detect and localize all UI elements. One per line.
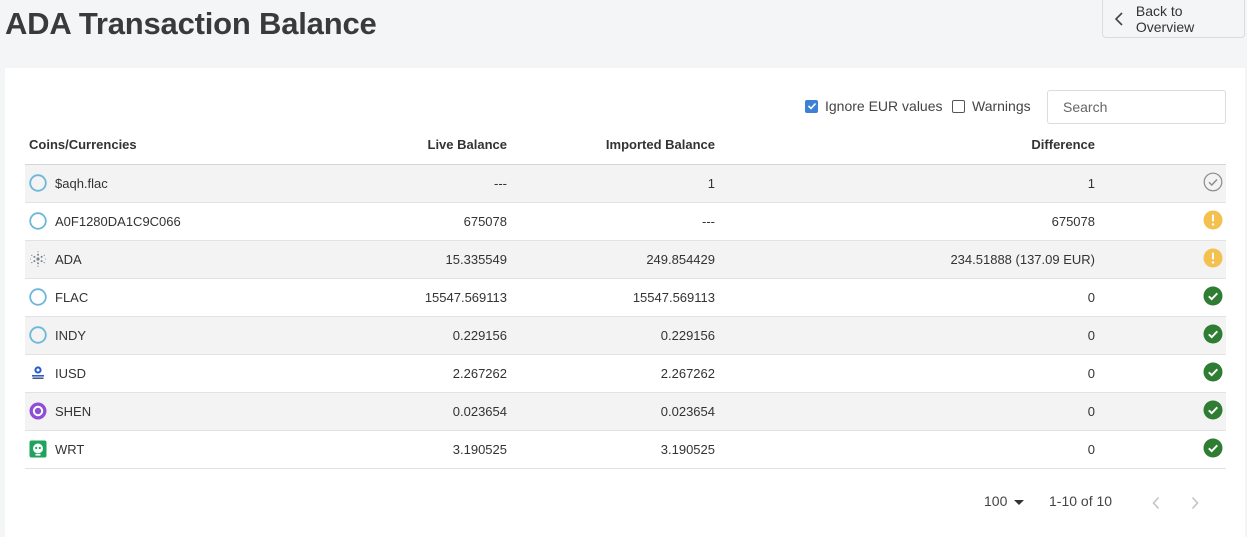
check-filled-icon <box>1203 438 1223 461</box>
imported-balance-cell: 3.190525 <box>507 430 715 469</box>
balance-table: Coins/Currencies Live Balance Imported B… <box>25 126 1226 469</box>
chevron-right-icon <box>1191 496 1199 510</box>
table-header-row: Coins/Currencies Live Balance Imported B… <box>25 126 1226 165</box>
imported-balance-cell: 0.023654 <box>507 392 715 431</box>
coin-name: INDY <box>55 327 87 343</box>
cardano-logo-icon <box>29 250 47 268</box>
back-to-overview-button[interactable]: Back to Overview <box>1102 0 1245 38</box>
coin-name: SHEN <box>55 403 92 419</box>
column-header-difference[interactable]: Difference <box>715 126 1095 165</box>
pagination-range: 1-10 of 10 <box>1049 493 1113 509</box>
caret-down-icon <box>1014 499 1025 505</box>
chevron-left-icon <box>1152 496 1160 510</box>
live-balance-cell: 0.229156 <box>305 316 507 355</box>
ring-icon <box>29 326 47 344</box>
live-balance-cell: 15547.569113 <box>305 278 507 317</box>
iusd-logo-icon <box>29 364 47 382</box>
check-filled-icon <box>1203 362 1223 385</box>
check-filled-icon <box>1203 400 1223 423</box>
warning-icon <box>1203 248 1223 271</box>
table-row[interactable]: IUSD 2.267262 2.267262 0 <box>25 354 1226 393</box>
coin-name: IUSD <box>55 365 87 381</box>
table-row[interactable]: INDY 0.229156 0.229156 0 <box>25 316 1226 355</box>
difference-cell: 0 <box>715 392 1095 431</box>
ignore-eur-toggle[interactable]: Ignore EUR values <box>805 98 943 114</box>
live-balance-cell: 3.190525 <box>305 430 507 469</box>
page-title: ADA Transaction Balance <box>5 6 377 41</box>
imported-balance-cell: 15547.569113 <box>507 278 715 317</box>
warning-icon <box>1203 210 1223 233</box>
warnings-checkbox[interactable] <box>952 99 965 113</box>
live-balance-cell: 675078 <box>305 202 507 241</box>
table-row[interactable]: WRT 3.190525 3.190525 0 <box>25 430 1226 469</box>
table-row[interactable]: ADA 15.335549 249.854429 234.51888 (137.… <box>25 240 1226 279</box>
wrt-logo-icon <box>29 440 47 458</box>
rows-per-page-select[interactable]: 100 <box>984 493 1025 509</box>
next-page-button[interactable] <box>1185 493 1205 513</box>
difference-cell: 1 <box>715 164 1095 203</box>
live-balance-cell: 2.267262 <box>305 354 507 393</box>
difference-cell: 0 <box>715 316 1095 355</box>
live-balance-cell: 15.335549 <box>305 240 507 279</box>
coin-name: A0F1280DA1C9C066 <box>55 213 181 229</box>
imported-balance-cell: 1 <box>507 164 715 203</box>
column-header-coins[interactable]: Coins/Currencies <box>25 126 305 165</box>
imported-balance-cell: 0.229156 <box>507 316 715 355</box>
table-row[interactable]: FLAC 15547.569113 15547.569113 0 <box>25 278 1226 317</box>
difference-cell: 0 <box>715 430 1095 469</box>
coin-name: ADA <box>55 251 82 267</box>
coin-name: FLAC <box>55 289 89 305</box>
rows-per-page-value: 100 <box>984 493 1008 509</box>
imported-balance-cell: 2.267262 <box>507 354 715 393</box>
search-input[interactable] <box>1047 90 1226 124</box>
difference-cell: 0 <box>715 278 1095 317</box>
coin-name: $aqh.flac <box>55 175 108 191</box>
ignore-eur-checkbox[interactable] <box>805 99 818 113</box>
column-header-live-balance[interactable]: Live Balance <box>305 126 507 165</box>
shen-logo-icon <box>29 402 47 420</box>
ring-icon <box>29 174 47 192</box>
table-row[interactable]: SHEN 0.023654 0.023654 0 <box>25 392 1226 431</box>
warnings-label: Warnings <box>972 98 1031 114</box>
back-to-overview-label: Back to Overview <box>1135 2 1195 35</box>
table-row[interactable]: $aqh.flac --- 1 1 <box>25 164 1226 203</box>
live-balance-cell: 0.023654 <box>305 392 507 431</box>
pagination: 100 1-10 of 10 <box>5 493 1245 513</box>
table-row[interactable]: A0F1280DA1C9C066 675078 --- 675078 <box>25 202 1226 241</box>
column-header-status <box>1095 126 1226 165</box>
chevron-left-icon <box>1111 11 1127 27</box>
check-filled-icon <box>1203 286 1223 309</box>
difference-cell: 0 <box>715 354 1095 393</box>
coin-name: WRT <box>55 441 85 457</box>
previous-page-button[interactable] <box>1146 493 1166 513</box>
imported-balance-cell: --- <box>507 202 715 241</box>
ring-icon <box>29 212 47 230</box>
table-toolbar: Ignore EUR values Warnings <box>5 90 1245 124</box>
ignore-eur-label: Ignore EUR values <box>825 98 943 114</box>
column-header-imported-balance[interactable]: Imported Balance <box>507 126 715 165</box>
balance-card: Ignore EUR values Warnings Coins/Currenc… <box>5 68 1245 537</box>
ring-icon <box>29 288 47 306</box>
live-balance-cell: --- <box>305 164 507 203</box>
difference-cell: 675078 <box>715 202 1095 241</box>
check-filled-icon <box>1203 324 1223 347</box>
difference-cell: 234.51888 (137.09 EUR) <box>715 240 1095 279</box>
imported-balance-cell: 249.854429 <box>507 240 715 279</box>
warnings-toggle[interactable]: Warnings <box>952 98 1031 114</box>
check-outline-icon <box>1203 172 1223 195</box>
